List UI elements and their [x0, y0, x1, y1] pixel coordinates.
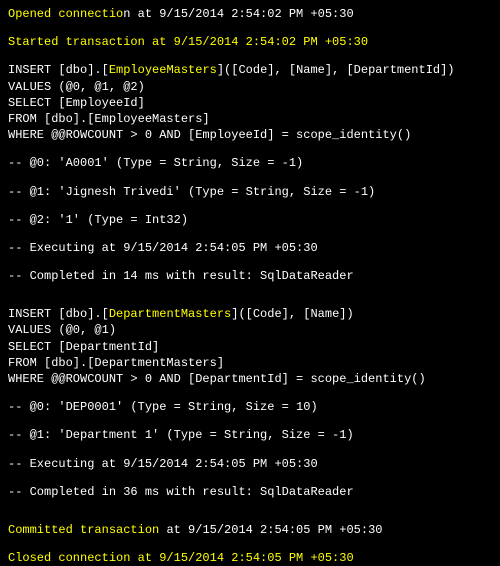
completed-1: -- Completed in 14 ms with result: SqlDa…	[8, 268, 492, 284]
log-opened-connection: Opened connection at 9/15/2014 2:54:02 P…	[8, 6, 492, 22]
sql-where-1: WHERE @@ROWCOUNT > 0 AND [EmployeeId] = …	[8, 127, 492, 143]
log-committed-transaction: Committed transaction at 9/15/2014 2:54:…	[8, 522, 492, 538]
sql-select-1: SELECT [EmployeeId]	[8, 95, 492, 111]
sql-from-1: FROM [dbo].[EmployeeMasters]	[8, 111, 492, 127]
sql-insert-department: INSERT [dbo].[DepartmentMasters]([Code],…	[8, 306, 492, 322]
executing-2: -- Executing at 9/15/2014 2:54:05 PM +05…	[8, 456, 492, 472]
completed-2: -- Completed in 36 ms with result: SqlDa…	[8, 484, 492, 500]
log-started-transaction: Started transaction at 9/15/2014 2:54:02…	[8, 34, 492, 50]
opened-prefix: Opened connectio	[8, 7, 123, 21]
param-0-block2: -- @0: 'DEP0001' (Type = String, Size = …	[8, 399, 492, 415]
committed-prefix: Committed transaction	[8, 523, 166, 537]
sql-values-1: VALUES (@0, @1, @2)	[8, 79, 492, 95]
sql-values-2: VALUES (@0, @1)	[8, 322, 492, 338]
log-closed-connection: Closed connection at 9/15/2014 2:54:05 P…	[8, 550, 492, 566]
table-departmentmasters: DepartmentMasters	[109, 307, 231, 321]
sql-where-2: WHERE @@ROWCOUNT > 0 AND [DepartmentId] …	[8, 371, 492, 387]
param-2-block1: -- @2: '1' (Type = Int32)	[8, 212, 492, 228]
sql-from-2: FROM [dbo].[DepartmentMasters]	[8, 355, 492, 371]
executing-1: -- Executing at 9/15/2014 2:54:05 PM +05…	[8, 240, 492, 256]
param-0-block1: -- @0: 'A0001' (Type = String, Size = -1…	[8, 155, 492, 171]
sql-insert-employee: INSERT [dbo].[EmployeeMasters]([Code], […	[8, 62, 492, 78]
param-1-block2: -- @1: 'Department 1' (Type = String, Si…	[8, 427, 492, 443]
param-1-block1: -- @1: 'Jignesh Trivedi' (Type = String,…	[8, 184, 492, 200]
opened-rest: n at 9/15/2014 2:54:02 PM +05:30	[123, 7, 353, 21]
table-employeemasters: EmployeeMasters	[109, 63, 217, 77]
sql-select-2: SELECT [DepartmentId]	[8, 339, 492, 355]
committed-rest: at 9/15/2014 2:54:05 PM +05:30	[166, 523, 382, 537]
